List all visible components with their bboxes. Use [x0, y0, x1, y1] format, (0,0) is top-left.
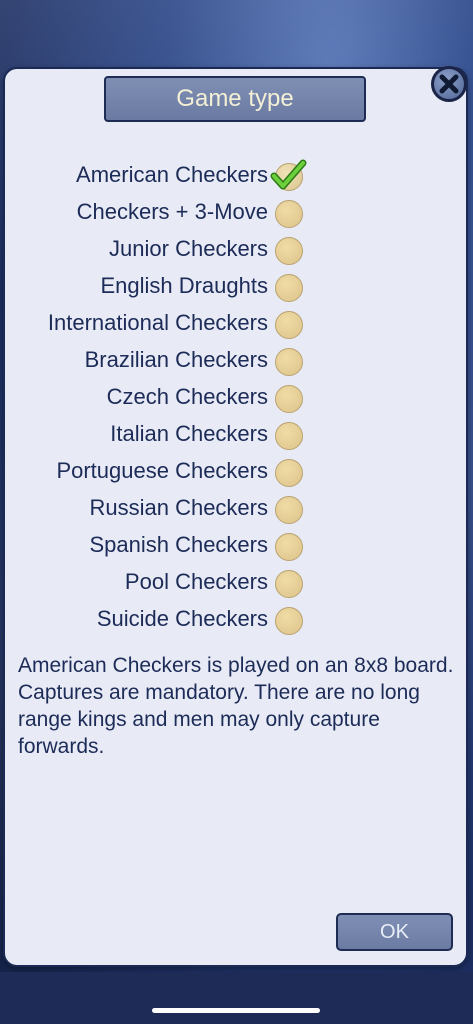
- option-label: Czech Checkers: [106, 384, 268, 409]
- option-american-checkers[interactable]: American Checkers: [0, 158, 473, 195]
- option-spanish-checkers[interactable]: Spanish Checkers: [0, 528, 473, 565]
- option-label: Pool Checkers: [124, 569, 268, 594]
- game-type-options: American Checkers Checkers + 3-Move Juni…: [0, 158, 473, 639]
- ok-button[interactable]: OK: [336, 913, 453, 951]
- option-checkers-3-move[interactable]: Checkers + 3-Move: [0, 195, 473, 232]
- option-italian-checkers[interactable]: Italian Checkers: [0, 417, 473, 454]
- bottom-bar: [0, 972, 473, 1024]
- option-junior-checkers[interactable]: Junior Checkers: [0, 232, 473, 269]
- radio-button[interactable]: [275, 348, 303, 376]
- option-international-checkers[interactable]: International Checkers: [0, 306, 473, 343]
- radio-button[interactable]: [275, 311, 303, 339]
- radio-button[interactable]: [275, 274, 303, 302]
- radio-button[interactable]: [275, 607, 303, 635]
- option-label: American Checkers: [76, 162, 268, 187]
- radio-button[interactable]: [275, 385, 303, 413]
- close-button[interactable]: [431, 66, 467, 102]
- option-czech-checkers[interactable]: Czech Checkers: [0, 380, 473, 417]
- home-indicator[interactable]: [152, 1008, 320, 1013]
- option-label: Junior Checkers: [109, 236, 268, 261]
- radio-button[interactable]: [275, 200, 303, 228]
- option-suicide-checkers[interactable]: Suicide Checkers: [0, 602, 473, 639]
- option-label: Suicide Checkers: [96, 606, 268, 631]
- option-english-draughts[interactable]: English Draughts: [0, 269, 473, 306]
- radio-button[interactable]: [275, 237, 303, 265]
- option-pool-checkers[interactable]: Pool Checkers: [0, 565, 473, 602]
- option-label: English Draughts: [100, 273, 268, 298]
- option-label: International Checkers: [47, 310, 268, 335]
- option-label: Brazilian Checkers: [84, 347, 268, 372]
- radio-button[interactable]: [275, 570, 303, 598]
- radio-button[interactable]: [275, 533, 303, 561]
- option-label: Portuguese Checkers: [56, 458, 268, 483]
- radio-button[interactable]: [275, 459, 303, 487]
- option-label: Checkers + 3-Move: [76, 199, 268, 224]
- option-russian-checkers[interactable]: Russian Checkers: [0, 491, 473, 528]
- dialog-title: Game type: [104, 76, 366, 122]
- radio-button[interactable]: [275, 496, 303, 524]
- option-label: Italian Checkers: [110, 421, 268, 446]
- close-x-icon: [439, 74, 459, 94]
- option-label: Spanish Checkers: [89, 532, 268, 557]
- radio-button[interactable]: [275, 422, 303, 450]
- option-brazilian-checkers[interactable]: Brazilian Checkers: [0, 343, 473, 380]
- game-description: American Checkers is played on an 8x8 bo…: [18, 654, 454, 758]
- checkmark-icon: [270, 159, 307, 190]
- option-label: Russian Checkers: [89, 495, 268, 520]
- option-portuguese-checkers[interactable]: Portuguese Checkers: [0, 454, 473, 491]
